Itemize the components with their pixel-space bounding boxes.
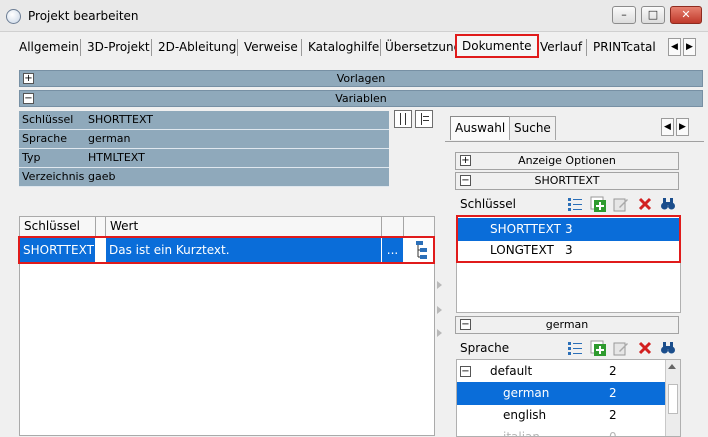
list-icon[interactable] (567, 196, 583, 212)
section-title: german (545, 318, 589, 331)
tab-verweise[interactable]: Verweise (239, 35, 303, 59)
collapse-icon: − (23, 93, 34, 104)
close-button[interactable]: ✕ (670, 6, 702, 24)
window-title: Projekt bearbeiten (28, 9, 139, 23)
title-bar: Projekt bearbeiten – □ ✕ (0, 0, 708, 32)
tree-item[interactable]: german 2 (457, 382, 665, 405)
highlight-box (18, 236, 435, 264)
tab-verlauf[interactable]: Verlauf (535, 35, 587, 59)
highlight-box (456, 215, 681, 263)
expand-icon: + (23, 73, 34, 84)
add-icon[interactable] (590, 340, 606, 356)
column-header-value[interactable]: Wert (106, 217, 382, 237)
property-key: Schlüssel (22, 113, 74, 126)
app-icon (6, 9, 21, 24)
property-row: Typ HTMLTEXT (19, 149, 389, 168)
edit-icon[interactable] (613, 196, 629, 212)
right-tabs-scroll-left-button[interactable]: ◀ (661, 118, 674, 136)
split-view-icon[interactable] (394, 110, 412, 128)
property-key: Typ (22, 151, 41, 164)
maximize-button[interactable]: □ (641, 6, 665, 24)
scroll-up-icon[interactable] (668, 364, 676, 369)
tab-2d-ableitung[interactable]: 2D-Ableitung (153, 35, 241, 59)
item-name: italian (503, 430, 541, 437)
german-section-header[interactable]: − german (455, 316, 679, 334)
variablen-label: Variablen (335, 92, 387, 105)
property-value: gaeb (88, 170, 116, 183)
binoculars-icon[interactable] (660, 340, 676, 356)
delete-icon[interactable] (637, 340, 653, 356)
tree-item[interactable]: − default 2 (457, 360, 680, 383)
splitter-arrow-icon[interactable] (437, 306, 442, 314)
property-row: Schlüssel SHORTTEXT (19, 111, 389, 130)
item-name: german (503, 386, 550, 400)
tab-kataloghilfe[interactable]: Kataloghilfe (303, 35, 384, 59)
property-value: HTMLTEXT (88, 151, 145, 164)
collapse-icon[interactable]: − (460, 366, 471, 377)
delete-icon[interactable] (637, 196, 653, 212)
edit-icon[interactable] (613, 340, 629, 356)
item-count: 2 (609, 408, 617, 422)
splitter-arrow-icon[interactable] (437, 281, 442, 289)
property-key: Verzeichnis (22, 170, 85, 183)
table-header: Schlüssel Wert (20, 217, 434, 237)
collapse-icon: − (460, 319, 471, 330)
vorlagen-label: Vorlagen (336, 72, 386, 85)
property-grid: Schlüssel SHORTTEXT Sprache german Typ H… (19, 111, 389, 187)
list-icon[interactable] (567, 340, 583, 356)
scrollbar-thumb[interactable] (668, 384, 678, 414)
item-count: 0 (609, 430, 617, 437)
tab-auswahl[interactable]: Auswahl (450, 116, 511, 140)
property-row: Verzeichnis gaeb (19, 168, 389, 187)
tabs-scroll-right-button[interactable]: ▶ (683, 38, 696, 56)
anzeige-optionen-header[interactable]: + Anzeige Optionen (455, 152, 679, 170)
item-name: default (490, 364, 533, 378)
vorlagen-group-header[interactable]: + Vorlagen (19, 70, 703, 87)
list-view-icon[interactable] (415, 110, 433, 128)
minimize-button[interactable]: – (612, 6, 636, 24)
item-name: english (503, 408, 547, 422)
sprache-list: − default 2 german 2 english 2 italian 0 (456, 359, 681, 437)
property-value: german (88, 132, 131, 145)
variablen-group-header[interactable]: − Variablen (19, 90, 703, 107)
tab-uebersetzung[interactable]: Übersetzung (380, 35, 466, 59)
right-tabs-scroll-right-button[interactable]: ▶ (676, 118, 689, 136)
column-header-key[interactable]: Schlüssel (20, 217, 96, 237)
tabs-scroll-left-button[interactable]: ◀ (668, 38, 681, 56)
collapse-icon: − (460, 175, 471, 186)
item-count: 2 (609, 386, 617, 400)
tab-printcatal[interactable]: PRINTcatal (588, 35, 666, 59)
tree-item[interactable]: italian 0 (457, 426, 665, 437)
add-icon[interactable] (590, 196, 606, 212)
tab-suche[interactable]: Suche (509, 116, 556, 140)
shorttext-section-header[interactable]: − SHORTTEXT (455, 172, 679, 190)
tab-allgemein[interactable]: Allgemein (14, 35, 84, 59)
property-key: Sprache (22, 132, 68, 145)
tree-item[interactable]: english 2 (457, 404, 665, 427)
tab-3d-projekt[interactable]: 3D-Projekt (82, 35, 155, 59)
expand-icon: + (460, 155, 471, 166)
item-count: 2 (609, 364, 617, 378)
tab-strip: Allgemein 3D-Projekt 2D-Ableitung Verwei… (14, 34, 706, 59)
property-row: Sprache german (19, 130, 389, 149)
section-title: SHORTTEXT (534, 174, 600, 187)
property-value: SHORTTEXT (88, 113, 154, 126)
tab-dokumente[interactable]: Dokumente (455, 34, 539, 58)
splitter-arrow-icon[interactable] (437, 329, 442, 337)
sprache-label: Sprache (460, 341, 510, 355)
binoculars-icon[interactable] (660, 196, 676, 212)
anzeige-optionen-label: Anzeige Optionen (518, 154, 616, 167)
vertical-scrollbar[interactable] (665, 360, 680, 436)
schluessel-label: Schlüssel (460, 197, 516, 211)
